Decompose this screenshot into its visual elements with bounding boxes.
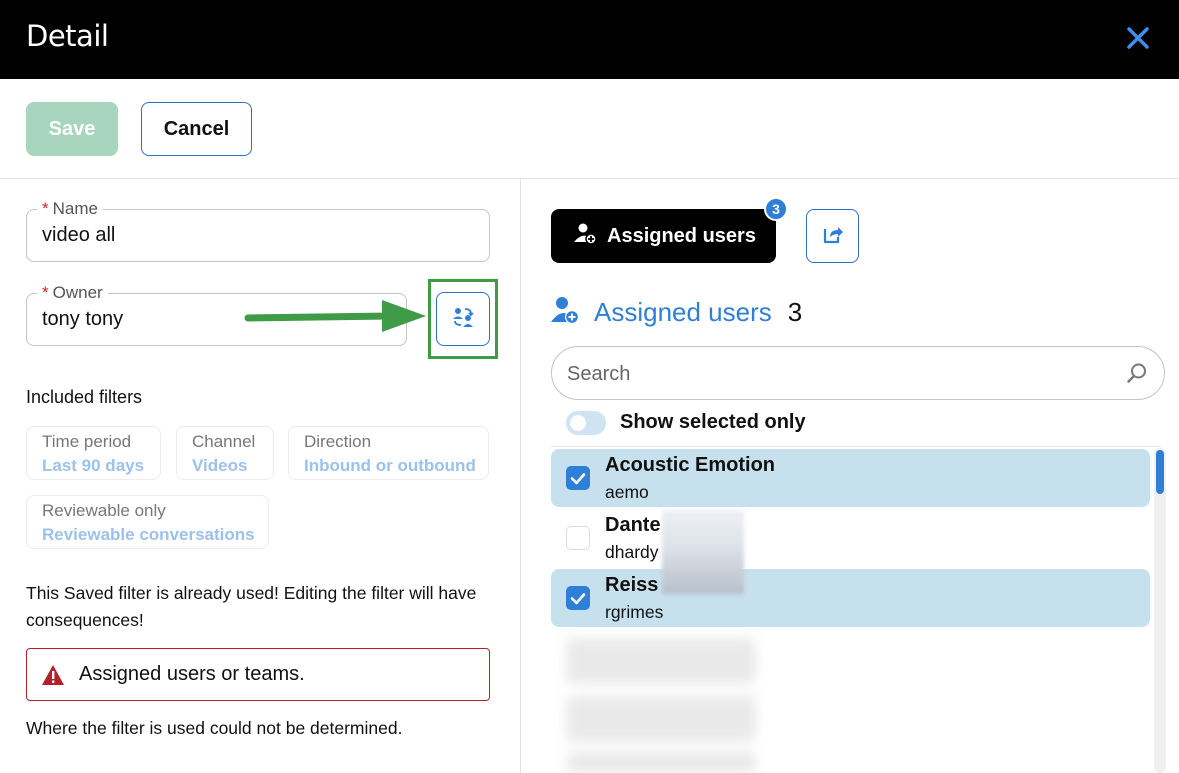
included-filters-label: Included filters — [26, 387, 143, 407]
panel-divider — [520, 179, 521, 773]
title-bar: Detail — [0, 0, 1179, 79]
user-username: aemo — [605, 482, 649, 502]
annotation-arrow — [244, 300, 426, 332]
name-field-label: * Name — [37, 199, 103, 219]
user-name: Reiss — [605, 574, 659, 596]
search-icon[interactable] — [1126, 362, 1148, 389]
share-button[interactable] — [806, 209, 859, 263]
check-icon — [570, 593, 586, 605]
usage-alert: Assigned users or teams. — [26, 648, 490, 701]
user-row[interactable]: Acoustic Emotion aemo — [551, 449, 1150, 507]
filter-chip-direction: Direction Inbound or outbound — [288, 426, 489, 480]
user-name: Acoustic Emotion — [605, 454, 776, 476]
show-selected-label: Show selected only — [620, 411, 806, 433]
owner-field-label: * Owner — [37, 283, 108, 303]
user-search[interactable] — [551, 346, 1165, 400]
search-input[interactable] — [567, 359, 1107, 389]
cancel-button[interactable]: Cancel — [141, 102, 252, 156]
redacted-row — [566, 696, 756, 742]
toggle-knob — [570, 415, 586, 431]
user-row[interactable]: Dante dhardy — [551, 509, 1150, 567]
list-scrollbar[interactable] — [1154, 448, 1166, 773]
assigned-count-badge: 3 — [764, 197, 788, 221]
tab-assigned-users-label: Assigned users — [607, 224, 756, 247]
tab-assigned-users[interactable]: Assigned users — [551, 209, 776, 263]
user-checkbox[interactable] — [566, 526, 590, 550]
user-username: rgrimes — [605, 602, 664, 622]
assigned-users-heading: Assigned users 3 — [550, 295, 802, 330]
warning-icon — [41, 664, 65, 691]
share-icon — [821, 222, 845, 251]
user-row[interactable]: Reiss rgrimes — [551, 569, 1150, 627]
owner-field-value[interactable]: tony tony — [42, 308, 123, 331]
assigned-users-count: 3 — [787, 297, 803, 327]
user-checkbox[interactable] — [566, 466, 590, 490]
swap-user-icon — [451, 305, 475, 334]
redacted-row — [566, 638, 756, 684]
show-selected-toggle[interactable] — [566, 411, 606, 435]
user-checkbox[interactable] — [566, 586, 590, 610]
user-username: dhardy — [605, 542, 659, 562]
user-name: Dante — [605, 514, 661, 536]
change-owner-button[interactable] — [436, 292, 490, 346]
filter-chip-reviewable: Reviewable only Reviewable conversations — [26, 495, 269, 549]
filter-chip-time-period: Time period Last 90 days — [26, 426, 161, 480]
redacted-row — [566, 752, 756, 773]
assigned-users-title: Assigned users — [594, 297, 772, 327]
action-toolbar: Save Cancel — [0, 79, 1179, 179]
scrollbar-thumb[interactable] — [1156, 450, 1164, 494]
name-field[interactable]: * Name video all — [26, 199, 490, 262]
filter-chip-channel: Channel Videos — [176, 426, 274, 480]
redacted-area — [662, 510, 744, 594]
save-button[interactable]: Save — [26, 102, 118, 156]
list-divider — [551, 446, 1161, 447]
add-user-icon — [550, 295, 580, 330]
check-icon — [570, 473, 586, 485]
usage-footer-text: Where the filter is used could not be de… — [26, 718, 403, 738]
dialog-title: Detail — [26, 19, 109, 53]
close-icon[interactable] — [1124, 24, 1152, 52]
name-field-value[interactable]: video all — [42, 224, 115, 247]
alert-text: Assigned users or teams. — [79, 663, 305, 685]
usage-warning-text: This Saved filter is already used! Editi… — [26, 583, 477, 630]
add-user-icon — [573, 221, 597, 251]
